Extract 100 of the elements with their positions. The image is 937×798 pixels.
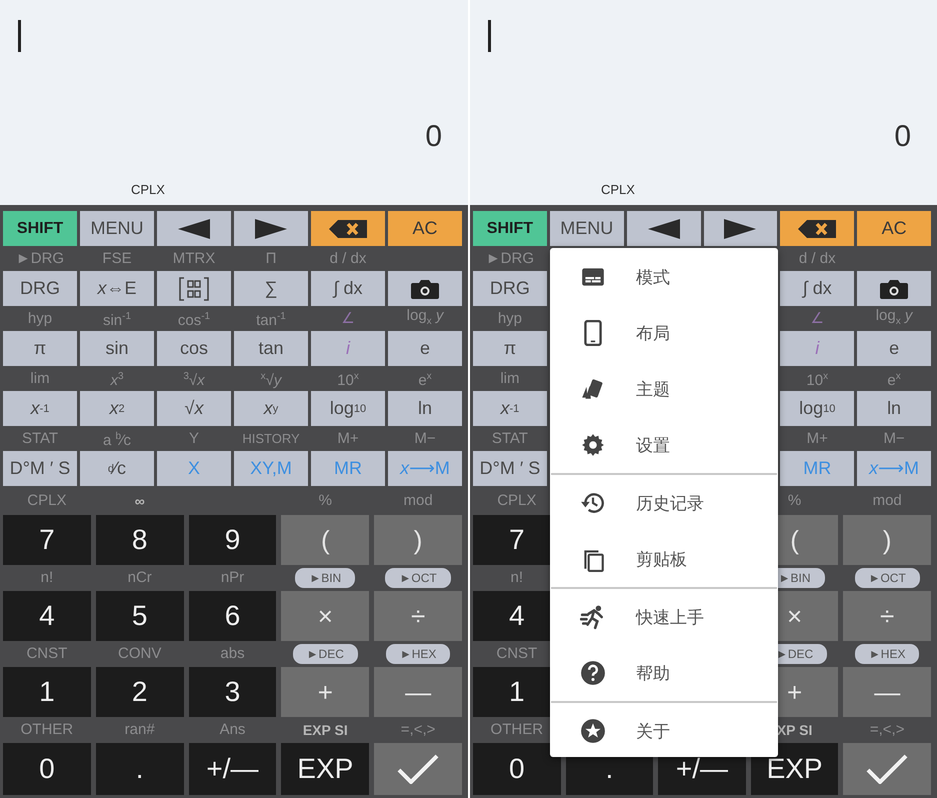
runner-icon <box>580 604 606 630</box>
key-label: mod <box>404 492 433 510</box>
history-icon <box>580 490 606 516</box>
key-button[interactable]: EXP <box>750 743 838 795</box>
key-button[interactable]: 4 <box>3 591 91 641</box>
key-button[interactable]: x⇔E <box>80 271 154 306</box>
key-button[interactable]: MENU <box>80 211 154 246</box>
key-button[interactable] <box>374 743 462 795</box>
key-button[interactable] <box>311 211 385 246</box>
key-button[interactable]: 7 <box>3 515 91 565</box>
key-label: $^{3}$√x <box>183 370 205 390</box>
key-label: cos$^{-1}$ <box>178 310 210 330</box>
key-label: STAT <box>492 430 528 448</box>
key-button[interactable]: — <box>843 667 931 717</box>
key-label: FSE <box>102 250 132 268</box>
key-button[interactable] <box>843 743 931 795</box>
key-button[interactable]: 3 <box>188 667 276 717</box>
key-button[interactable]: cos <box>157 331 231 366</box>
checkmark-icon <box>397 754 440 784</box>
key-label: CNST <box>496 645 538 663</box>
key-button[interactable]: 1 <box>3 667 91 717</box>
key-label: OTHER <box>20 721 74 739</box>
key-button[interactable] <box>857 271 931 306</box>
key-label: ∞ <box>134 492 145 510</box>
key-button[interactable]: SHIFT <box>3 211 77 246</box>
key-button[interactable] <box>704 211 778 246</box>
key-label: 10$^{x}$ <box>337 370 359 390</box>
key-button[interactable]: ( <box>281 515 370 565</box>
menu-item[interactable]: 主题 <box>550 361 778 417</box>
key-button[interactable]: +/— <box>188 743 276 795</box>
key-label: log$_{x}$ y <box>406 306 444 328</box>
key-label: ∠ <box>810 310 824 328</box>
right-arrow-icon <box>723 218 758 240</box>
key-button[interactable]: 0 <box>3 743 91 795</box>
key-button[interactable]: 6 <box>188 591 276 641</box>
key-button[interactable]: + <box>281 667 370 717</box>
key-label: CPLX <box>497 492 536 510</box>
key-label: % <box>318 492 332 510</box>
key-label: M− <box>414 430 436 448</box>
key-button[interactable] <box>157 211 231 246</box>
matrix-icon <box>179 276 209 300</box>
key-button[interactable]: 8 <box>96 515 184 565</box>
key-button[interactable]: × <box>281 591 370 641</box>
key-button[interactable]: ∫ dx <box>780 271 854 306</box>
key-label: % <box>788 492 802 510</box>
key-button[interactable]: AC <box>857 211 931 246</box>
key-button[interactable]: ) <box>374 515 462 565</box>
key-label: ►DRG <box>16 250 64 268</box>
key-label: x$^{3}$ <box>110 370 124 390</box>
key-label: OTHER <box>490 721 544 739</box>
key-label: HISTORY <box>242 430 300 448</box>
menu-item[interactable]: 模式 <box>550 249 778 305</box>
key-button[interactable]: ÷ <box>843 591 931 641</box>
key-button[interactable]: 0 <box>473 743 561 795</box>
key-button[interactable] <box>234 211 308 246</box>
key-button[interactable]: sin <box>80 331 154 366</box>
key-button[interactable]: π <box>3 331 77 366</box>
key-button[interactable]: ln <box>388 391 462 426</box>
key-button[interactable]: tan <box>234 331 308 366</box>
key-button[interactable]: D°M ′ S <box>3 451 77 486</box>
key-button[interactable]: SHIFT <box>473 211 547 246</box>
key-button[interactable]: — <box>374 667 462 717</box>
key-button[interactable]: ∑ <box>234 271 308 306</box>
left-arrow-icon <box>177 218 211 240</box>
key-label: M+ <box>806 430 828 448</box>
backspace-icon <box>798 220 836 238</box>
key-label: d / dx <box>798 250 836 268</box>
key-label: nCr <box>128 569 152 587</box>
key-button[interactable]: ln <box>857 391 931 426</box>
key-button[interactable]: MENU <box>550 211 624 246</box>
key-label: nPr <box>220 569 244 587</box>
key-label: Y <box>188 430 199 448</box>
key-button[interactable]: EXP <box>281 743 370 795</box>
key-button[interactable]: D°M ′ S <box>473 451 547 486</box>
key-button[interactable]: 5 <box>96 591 184 641</box>
key-label: sin$^{-1}$ <box>102 310 132 330</box>
key-button[interactable]: √x <box>157 391 231 426</box>
key-button[interactable]: π <box>473 331 547 366</box>
result-value: 0 <box>894 120 911 154</box>
key-button[interactable]: e <box>857 331 931 366</box>
key-button[interactable]: AC <box>388 211 462 246</box>
key-button[interactable]: . <box>96 743 184 795</box>
key-button[interactable]: ÷ <box>374 591 462 641</box>
key-label: 10$^{x}$ <box>806 370 828 390</box>
key-button[interactable] <box>626 211 700 246</box>
key-button[interactable] <box>388 271 462 306</box>
key-button[interactable]: 9 <box>188 515 276 565</box>
key-button[interactable]: e <box>388 331 462 366</box>
key-button[interactable]: ∫ dx <box>311 271 385 306</box>
menu-item[interactable]: 设置 <box>550 417 778 473</box>
mode-indicator: CPLX <box>601 182 636 197</box>
key-label: Ans <box>220 721 246 739</box>
menu-item[interactable]: 布局 <box>550 305 778 361</box>
key-label: mod <box>872 492 902 510</box>
key-button[interactable]: 2 <box>96 667 184 717</box>
key-button[interactable]: ) <box>843 515 931 565</box>
key-button[interactable]: DRG <box>3 271 77 306</box>
key-button[interactable] <box>780 211 854 246</box>
key-button[interactable]: DRG <box>473 271 547 306</box>
key-button[interactable] <box>157 271 231 306</box>
